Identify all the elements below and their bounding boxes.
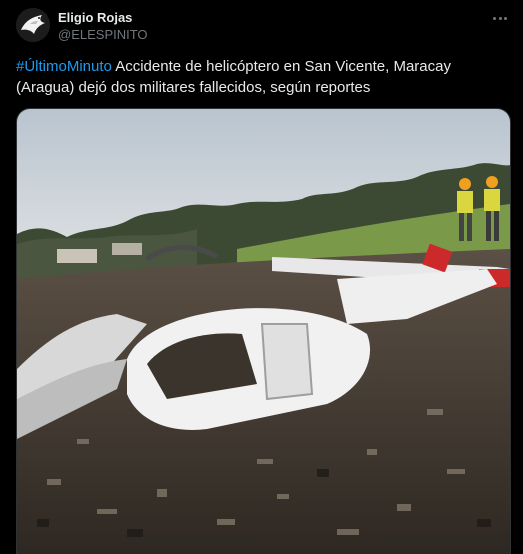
eagle-avatar-icon bbox=[16, 8, 50, 42]
author-display-name[interactable]: Eligio Rojas bbox=[58, 10, 132, 25]
more-horizontal-icon bbox=[493, 16, 497, 20]
author-avatar[interactable] bbox=[16, 8, 50, 42]
helicopter-crash-photo bbox=[17, 109, 510, 554]
more-dot bbox=[503, 16, 507, 20]
tweet: Eligio Rojas @ELESPINITO #ÚltimoMinuto A… bbox=[0, 0, 523, 554]
author-handle[interactable]: @ELESPINITO bbox=[58, 27, 148, 42]
tweet-photo[interactable] bbox=[16, 108, 511, 554]
hashtag-link[interactable]: #ÚltimoMinuto bbox=[16, 58, 112, 75]
tweet-text: #ÚltimoMinuto Accidente de helicóptero e… bbox=[16, 56, 506, 98]
more-dot bbox=[498, 16, 502, 20]
more-options-button[interactable] bbox=[486, 8, 514, 28]
